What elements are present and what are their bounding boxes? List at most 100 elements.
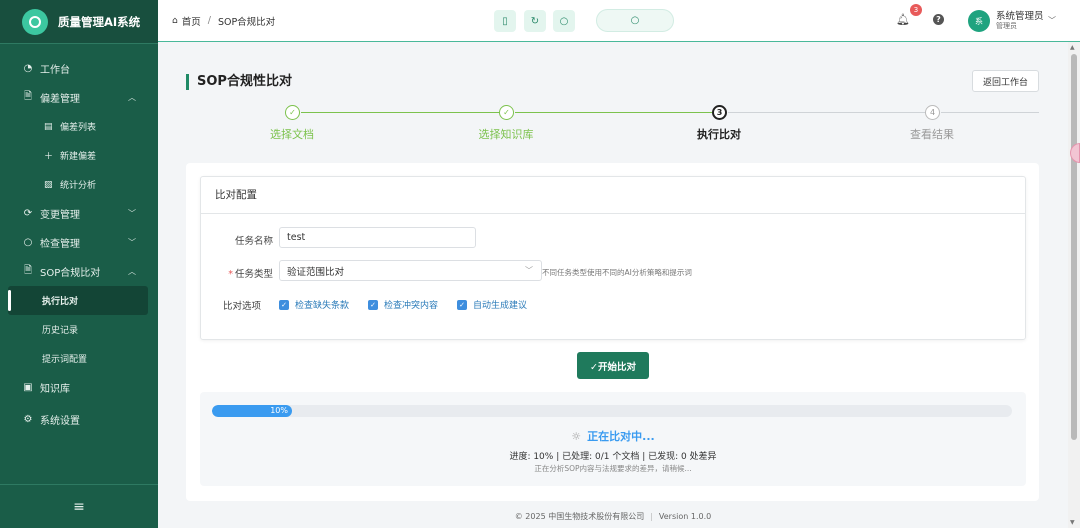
- bell-icon[interactable]: 🔔︎: [896, 13, 910, 26]
- home-icon: ⌂: [172, 15, 178, 26]
- status-detail: 进度: 10% | 已处理: 0/1 个文档 | 已发现: 0 处差异: [509, 452, 717, 462]
- option-suggest-checkbox[interactable]: ✓ 自动生成建议: [457, 298, 527, 311]
- chevron-down-icon[interactable]: ﹀: [1048, 15, 1056, 26]
- page-footer: © 2025 中国生物技术股份有限公司 | Version 1.0.0: [514, 512, 712, 521]
- sidebar-item-inspection[interactable]: ○ 检查管理 ﹀: [0, 228, 158, 257]
- step-label: 选择文档: [270, 128, 314, 141]
- hamburger-icon: ≡: [73, 498, 85, 515]
- copyright: © 2025 中国生物技术股份有限公司: [514, 512, 645, 521]
- document-button[interactable]: ▯: [494, 10, 516, 32]
- chevron-down-icon: ﹀: [525, 266, 533, 275]
- start-compare-button[interactable]: ✓开始比对: [577, 352, 649, 379]
- scroll-down-icon[interactable]: ▼: [1070, 519, 1075, 526]
- file-icon: 🗎: [23, 91, 33, 102]
- chevron-down-icon: ﹀: [128, 238, 136, 247]
- user-role: 管理员: [996, 22, 1017, 30]
- back-to-dashboard-button[interactable]: 返回工作台: [972, 70, 1039, 92]
- step-connector: [515, 112, 713, 113]
- task-name-label: 任务名称: [234, 236, 273, 247]
- document-icon: ▯: [502, 15, 508, 27]
- notification-badge: 3: [910, 4, 922, 16]
- step-done-icon: ✓: [285, 105, 300, 120]
- sidebar-item-label: 变更管理: [40, 210, 80, 221]
- sidebar-item-history[interactable]: 历史记录: [0, 315, 158, 344]
- sidebar-item-deviation[interactable]: 🗎 偏差管理 ︿: [0, 83, 158, 112]
- sidebar-item-label: 偏差管理: [40, 94, 80, 105]
- sidebar: 质量管理AI系统 ◔ 工作台 🗎 偏差管理 ︿ ▤ 偏差列表 ＋ 新建偏差 ▨ …: [0, 0, 158, 528]
- sidebar-item-label: 系统设置: [40, 416, 80, 427]
- status-subtext: 正在分析SOP内容与法规要求的差异，请稍候...: [534, 464, 692, 473]
- sidebar-item-settings[interactable]: ⚙ 系统设置: [0, 405, 158, 434]
- progress-percent: 10%: [270, 406, 288, 415]
- sidebar-item-label: 工作台: [40, 65, 70, 76]
- change-icon: ⟳: [23, 208, 33, 219]
- task-type-label: * 任务类型: [228, 269, 273, 280]
- sidebar-item-label: 知识库: [40, 384, 70, 395]
- task-type-select[interactable]: 验证范围比对 ﹀: [279, 260, 542, 281]
- sidebar-item-new-deviation[interactable]: ＋ 新建偏差: [0, 141, 158, 170]
- checkbox-checked-icon: ✓: [457, 299, 467, 310]
- step-label: 执行比对: [697, 128, 741, 141]
- sidebar-item-knowledge[interactable]: ▣ 知识库: [0, 373, 158, 402]
- file-icon: 🗎: [23, 265, 33, 276]
- progress-panel: 10% ☼ 正在比对中... 进度: 10% | 已处理: 0/1 个文档 | 已…: [200, 392, 1026, 486]
- sidebar-item-label: 统计分析: [60, 181, 97, 191]
- global-search[interactable]: ○: [596, 9, 674, 32]
- step-connector: [301, 112, 500, 113]
- search-icon: ○: [559, 15, 569, 27]
- help-icon[interactable]: ?: [933, 14, 944, 25]
- sidebar-item-deviation-list[interactable]: ▤ 偏差列表: [0, 112, 158, 141]
- dashboard-icon: ◔: [23, 63, 33, 74]
- refresh-icon: ↻: [530, 15, 540, 27]
- chevron-up-icon: ︿: [128, 267, 136, 276]
- avatar[interactable]: 系: [968, 10, 990, 32]
- sidebar-item-label: 提示词配置: [42, 355, 88, 365]
- clipboard-icon: ▤: [44, 121, 53, 132]
- step-label: 选择知识库: [478, 128, 534, 141]
- breadcrumb-home[interactable]: 首页: [182, 14, 201, 28]
- sidebar-item-sop[interactable]: 🗎 SOP合规比对 ︿: [0, 257, 158, 286]
- config-panel: 比对配置 任务名称 test * 任务类型 验证范围比对 ﹀ 不同任务类型使用不同…: [200, 176, 1026, 340]
- step-number: 4: [925, 105, 940, 120]
- chevron-up-icon: ︿: [128, 93, 136, 102]
- version: Version 1.0.0: [658, 512, 712, 521]
- sidebar-item-dashboard[interactable]: ◔ 工作台: [0, 54, 158, 83]
- sidebar-item-execute-compare[interactable]: 执行比对: [8, 286, 148, 315]
- sidebar-item-statistics[interactable]: ▨ 统计分析: [0, 170, 158, 199]
- option-conflict-checkbox[interactable]: ✓ 检查冲突内容: [368, 298, 438, 311]
- step-done-icon: ✓: [499, 105, 514, 120]
- progress-bar: 10%: [212, 405, 1012, 417]
- collapse-menu-button[interactable]: ≡: [0, 484, 158, 528]
- sidebar-item-label: 执行比对: [42, 297, 79, 307]
- breadcrumb-current: SOP合规比对: [217, 16, 276, 28]
- top-header: ⌂ 首页 / SOP合规比对 ▯ ↻ ○ ○ 🔔︎ 3 ? 系 系统管理员 管理…: [158, 0, 1080, 42]
- scroll-thumb[interactable]: [1071, 54, 1077, 440]
- options-label: 比对选项: [222, 301, 261, 312]
- task-name-input[interactable]: test: [279, 227, 476, 248]
- checkbox-checked-icon: ✓: [368, 299, 378, 310]
- progress-fill: 10%: [212, 405, 292, 417]
- plus-icon: ＋: [44, 152, 54, 162]
- user-name[interactable]: 系统管理员: [996, 12, 1044, 22]
- sidebar-item-label: 新建偏差: [60, 152, 97, 162]
- compare-card: 比对配置 任务名称 test * 任务类型 验证范围比对 ﹀ 不同任务类型使用不同…: [186, 163, 1039, 501]
- option-missing-checkbox[interactable]: ✓ 检查缺失条款: [279, 298, 349, 311]
- step-connector: [728, 112, 926, 113]
- loading-icon: ☼: [571, 430, 582, 443]
- sidebar-item-change[interactable]: ⟳ 变更管理 ﹀: [0, 199, 158, 228]
- gear-icon: ⚙: [23, 414, 33, 425]
- step-number: 3: [712, 105, 727, 120]
- config-title: 比对配置: [201, 177, 1025, 214]
- chart-icon: ▨: [44, 179, 53, 190]
- brand: 质量管理AI系统: [0, 0, 158, 44]
- refresh-button[interactable]: ↻: [524, 10, 546, 32]
- sidebar-item-prompt-config[interactable]: 提示词配置: [0, 344, 158, 373]
- scrollbar[interactable]: ▲ ▼: [1068, 42, 1080, 528]
- step-connector: [941, 112, 1039, 113]
- logo-icon: [22, 8, 48, 35]
- search-button[interactable]: ○: [553, 10, 575, 32]
- breadcrumb: ⌂ 首页 / SOP合规比对: [172, 14, 276, 28]
- scroll-up-icon[interactable]: ▲: [1070, 44, 1075, 51]
- step-label: 查看结果: [910, 128, 954, 141]
- sidebar-item-label: 偏差列表: [60, 123, 97, 133]
